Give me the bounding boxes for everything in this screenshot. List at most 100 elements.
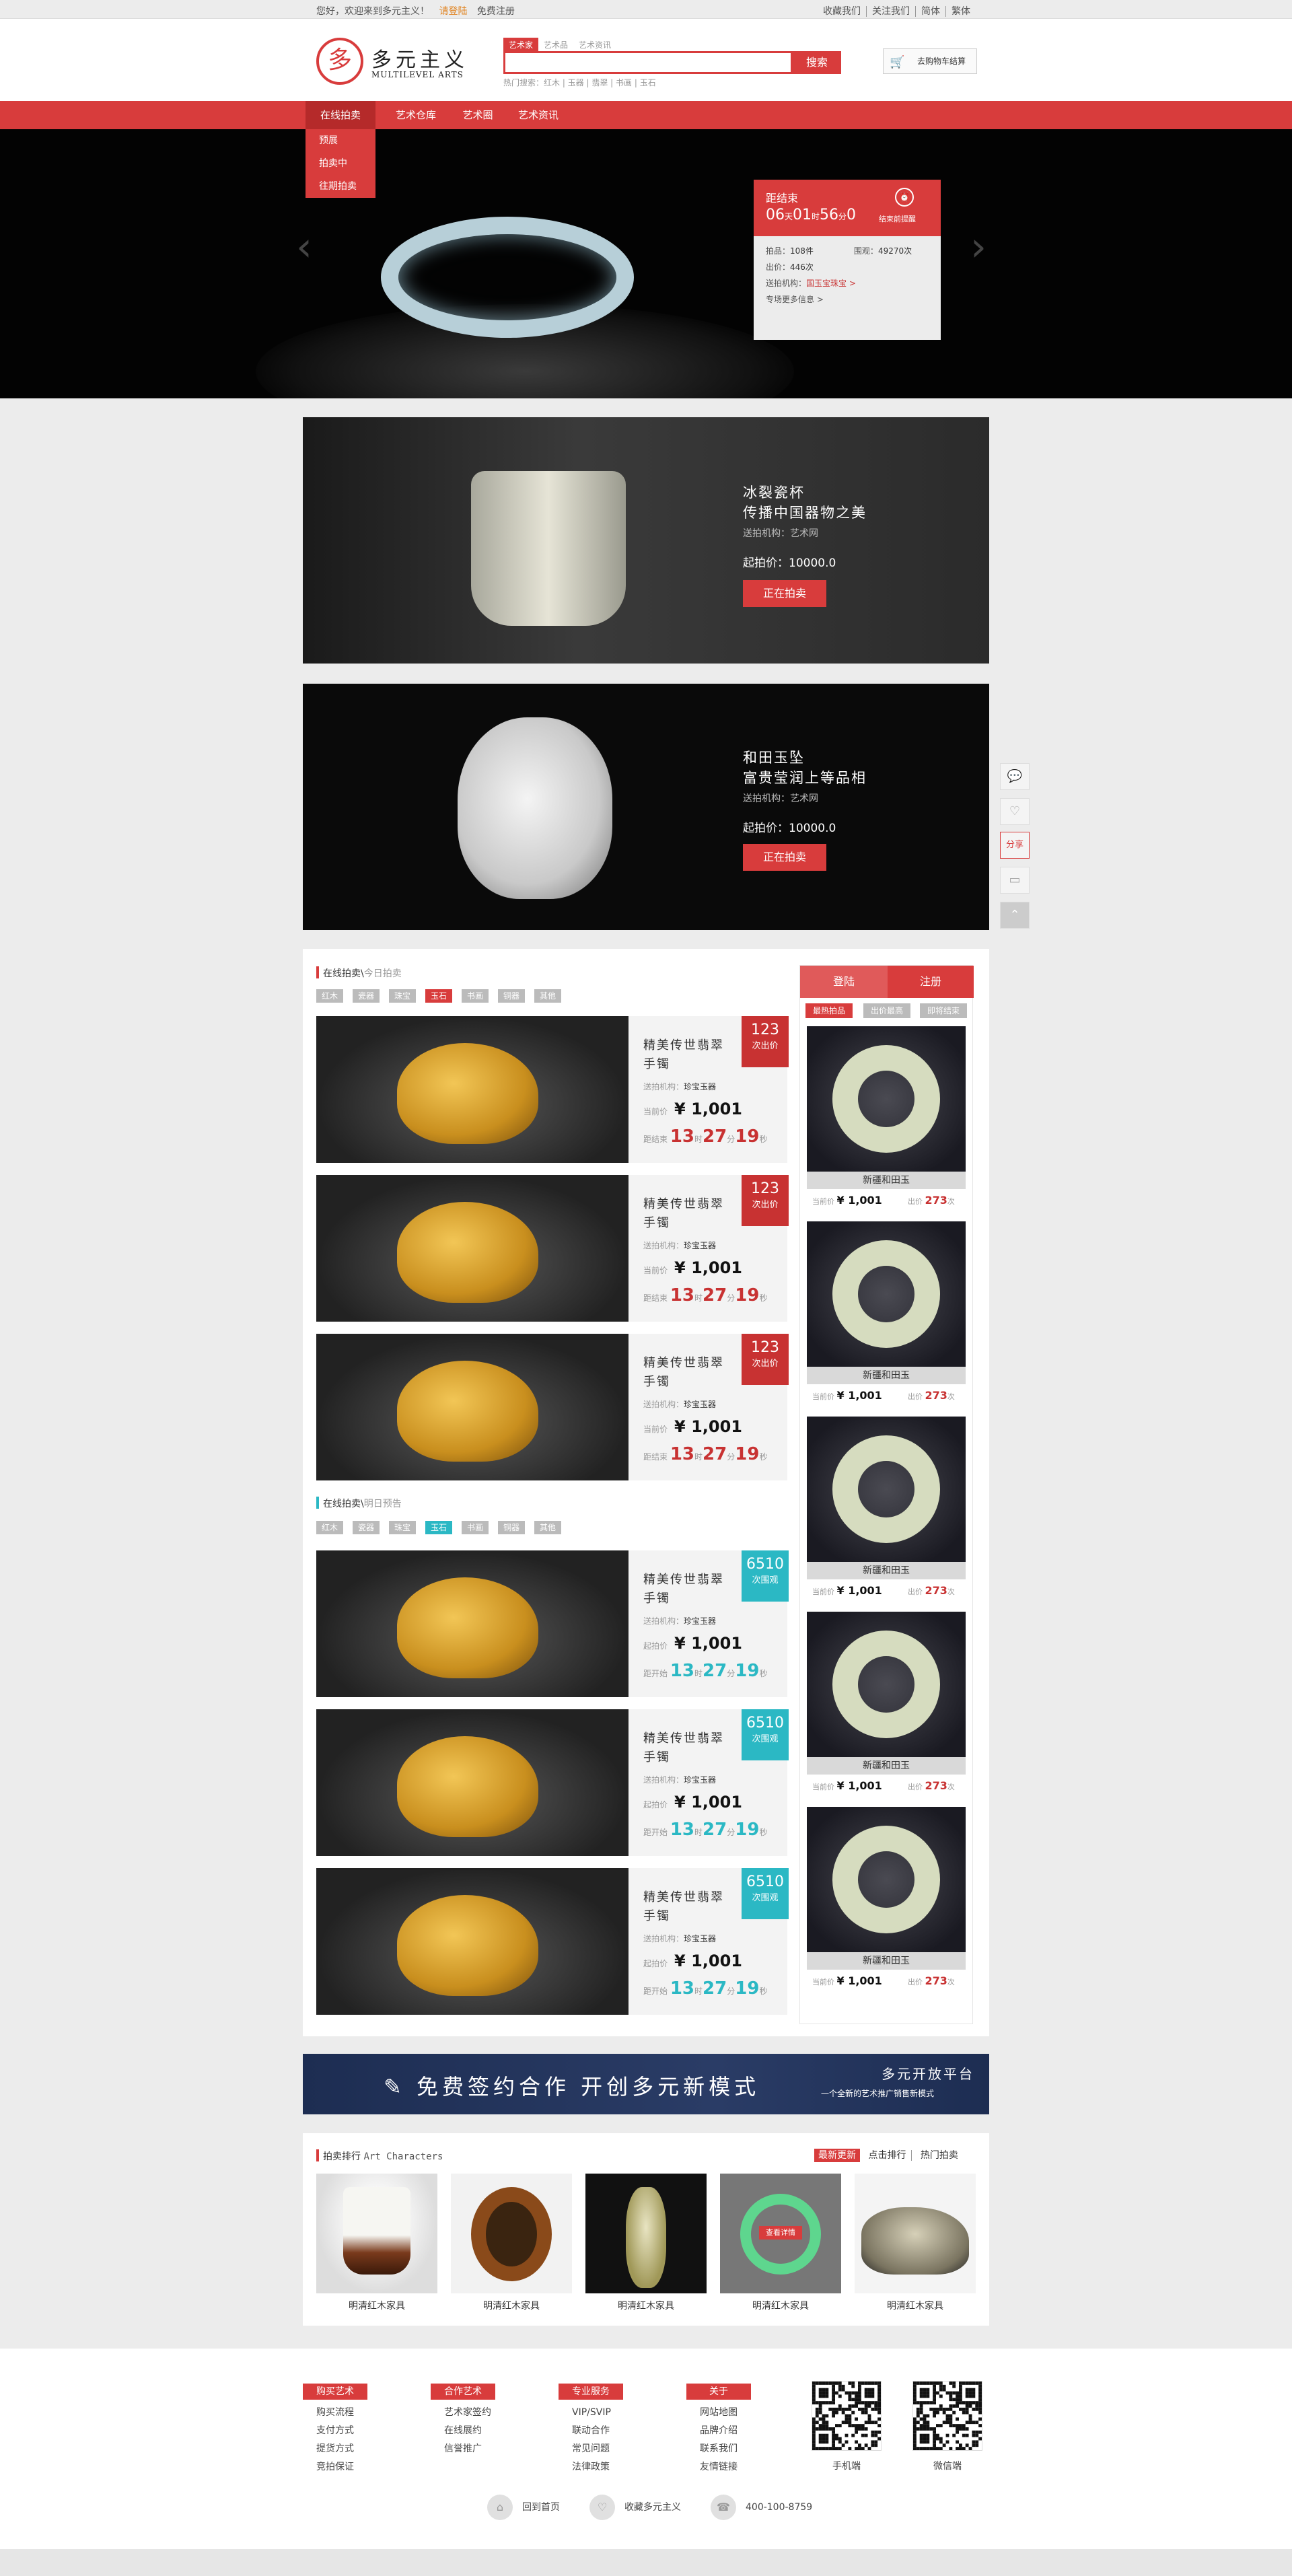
dropdown-past[interactable]: 往期拍卖	[306, 175, 375, 198]
footer-link[interactable]: 购买流程	[303, 2404, 367, 2422]
login-link[interactable]: 请登陆	[439, 6, 467, 17]
more-info-link[interactable]: 专场更多信息 >	[766, 291, 929, 308]
footer-link[interactable]: 支付方式	[303, 2422, 367, 2440]
footer-link[interactable]: 提货方式	[303, 2440, 367, 2458]
hot-lot-item[interactable]: 新疆和田玉 当前价 ¥ 1,001 出价 273次	[807, 1807, 966, 1995]
ranking-item[interactable]: 明清红木家具	[451, 2174, 572, 2312]
footer-link[interactable]: 网站地图	[686, 2404, 751, 2422]
footer-link[interactable]: 常见问题	[559, 2440, 623, 2458]
follow-link[interactable]: 关注我们	[866, 6, 915, 17]
nav-art-circle[interactable]: 艺术圈	[454, 101, 502, 129]
alarm-clock-icon[interactable]: ⏰	[895, 188, 914, 207]
hot-lot-name[interactable]: 新疆和田玉	[807, 1172, 966, 1189]
ranking-item[interactable]: 查看详情 明清红木家具	[720, 2174, 841, 2312]
footer-link[interactable]: 信誉推广	[431, 2440, 495, 2458]
share-button[interactable]: 分享	[1000, 832, 1030, 859]
footer-link[interactable]: 联系我们	[686, 2440, 751, 2458]
promo-banner-cup[interactable]: 冰裂瓷杯 传播中国器物之美 送拍机构：艺术网 起拍价：10000.0 正在拍卖	[303, 417, 989, 664]
back-home-link[interactable]: ⌂ 回到首页	[487, 2494, 560, 2521]
footer-link[interactable]: VIP/SVIP	[559, 2404, 623, 2422]
hot-lot-item[interactable]: 新疆和田玉 当前价 ¥ 1,001 出价 273次	[807, 1417, 966, 1605]
ranking-item[interactable]: 明清红木家具	[316, 2174, 437, 2312]
ranking-item[interactable]: 明清红木家具	[855, 2174, 976, 2312]
sidebar-login-button[interactable]: 登陆	[800, 966, 888, 998]
filter-painting[interactable]: 书画	[462, 989, 489, 1003]
nav-online-auction[interactable]: 在线拍卖	[306, 101, 375, 129]
simplified-link[interactable]: 简体	[915, 6, 945, 17]
hot-search-words[interactable]: 热门搜索：红木 | 玉器 | 翡翠 | 书画 | 玉石	[503, 77, 656, 88]
phone-link[interactable]: ☎ 400-100-8759	[711, 2494, 812, 2521]
promo-ad-banner[interactable]: ✎ 免费签约合作 开创多元新模式 多元开放平台 一个全新的艺术推广销售新模式	[303, 2054, 989, 2114]
tab-click-rank[interactable]: 点击排行	[863, 2150, 912, 2161]
dropdown-live[interactable]: 拍卖中	[306, 152, 375, 175]
hot-lot-name[interactable]: 新疆和田玉	[807, 1757, 966, 1775]
filter-bronze[interactable]: 铜器	[498, 989, 525, 1003]
back-to-top-icon[interactable]: ⌃	[1000, 902, 1030, 929]
search-tab-artwork[interactable]: 艺术品	[538, 38, 573, 52]
filter-jade-active[interactable]: 玉石	[425, 989, 452, 1003]
auction-org-link[interactable]: 国玉宝珠宝 >	[806, 279, 856, 288]
filter-painting[interactable]: 书画	[462, 1521, 489, 1534]
lot-name[interactable]: 精美传世翡翠手镯	[643, 1571, 731, 1608]
logo-seal[interactable]: 多	[316, 38, 363, 85]
sort-highest-bid[interactable]: 出价最高	[863, 1003, 910, 1018]
nav-art-warehouse[interactable]: 艺术仓库	[386, 101, 445, 129]
remind-button[interactable]: 结束前提醒	[879, 213, 916, 224]
tab-latest[interactable]: 最新更新	[814, 2149, 860, 2162]
promo-banner-jade[interactable]: 和田玉坠 富贵莹润上等品相 送拍机构：艺术网 起拍价：10000.0 正在拍卖	[303, 684, 989, 930]
hot-lot-name[interactable]: 新疆和田玉	[807, 1952, 966, 1970]
prev-arrow-icon[interactable]: ‹	[296, 223, 312, 271]
comment-icon[interactable]: ▭	[1000, 867, 1030, 894]
hot-lot-item[interactable]: 新疆和田玉 当前价 ¥ 1,001 出价 273次	[807, 1612, 966, 1800]
nav-art-news[interactable]: 艺术资讯	[510, 101, 567, 129]
filter-jewelry[interactable]: 珠宝	[389, 1521, 416, 1534]
logo-title[interactable]: 多元主义	[371, 43, 468, 73]
ranking-item[interactable]: 明清红木家具	[585, 2174, 707, 2312]
footer-link[interactable]: 友情链接	[686, 2458, 751, 2476]
hot-lot-item[interactable]: 新疆和田玉 当前价 ¥ 1,001 出价 273次	[807, 1026, 966, 1215]
footer-link[interactable]: 品牌介绍	[686, 2422, 751, 2440]
filter-other[interactable]: 其他	[534, 989, 561, 1003]
footer-link[interactable]: 在线展约	[431, 2422, 495, 2440]
filter-porcelain[interactable]: 瓷器	[353, 1521, 380, 1534]
lot-name[interactable]: 精美传世翡翠手镯	[643, 1354, 731, 1392]
wechat-icon[interactable]: 💬	[1000, 763, 1030, 790]
search-button[interactable]: 搜索	[793, 51, 841, 74]
hot-lot-name[interactable]: 新疆和田玉	[807, 1367, 966, 1384]
dropdown-preview[interactable]: 预展	[306, 129, 375, 152]
footer-link[interactable]: 联动合作	[559, 2422, 623, 2440]
promo-bid-button[interactable]: 正在拍卖	[743, 844, 826, 871]
lot-name[interactable]: 精美传世翡翠手镯	[643, 1036, 731, 1074]
filter-jewelry[interactable]: 珠宝	[389, 989, 416, 1003]
lot-name[interactable]: 精美传世翡翠手镯	[643, 1888, 731, 1926]
heart-icon[interactable]: ♡	[1000, 798, 1030, 825]
view-detail-button[interactable]: 查看详情	[759, 2226, 802, 2240]
search-input[interactable]	[503, 51, 793, 74]
sort-ending-soon[interactable]: 即将结束	[920, 1003, 967, 1018]
auction-card[interactable]: 精美传世翡翠手镯 123 次出价 送拍机构：珍宝玉器 当前价 ¥ 1,001 距结束 13时…	[316, 1175, 789, 1322]
footer-link[interactable]: 竞拍保证	[303, 2458, 367, 2476]
hot-lot-name[interactable]: 新疆和田玉	[807, 1562, 966, 1579]
tab-hot[interactable]: 热门拍卖	[915, 2150, 964, 2161]
hot-lot-item[interactable]: 新疆和田玉 当前价 ¥ 1,001 出价 273次	[807, 1221, 966, 1410]
bookmark-link[interactable]: 收藏我们	[818, 6, 866, 17]
search-tab-artist[interactable]: 艺术家	[503, 38, 539, 52]
auction-card[interactable]: 精美传世翡翠手镯 123 次出价 送拍机构：珍宝玉器 当前价 ¥ 1,001 距结束 13时…	[316, 1334, 789, 1480]
lot-name[interactable]: 精美传世翡翠手镯	[643, 1195, 731, 1233]
filter-other[interactable]: 其他	[534, 1521, 561, 1534]
traditional-link[interactable]: 繁体	[945, 6, 976, 17]
footer-link[interactable]: 法律政策	[559, 2458, 623, 2476]
filter-hongmu[interactable]: 红木	[316, 989, 343, 1003]
footer-link[interactable]: 艺术家签约	[431, 2404, 495, 2422]
favorite-link[interactable]: ♡ 收藏多元主义	[589, 2494, 681, 2521]
sort-hottest[interactable]: 最热拍品	[805, 1003, 853, 1018]
auction-card[interactable]: 精美传世翡翠手镯 6510 次围观 送拍机构：珍宝玉器 起拍价 ¥ 1,001 距开始 13…	[316, 1868, 789, 2015]
filter-bronze[interactable]: 铜器	[498, 1521, 525, 1534]
lot-name[interactable]: 精美传世翡翠手镯	[643, 1729, 731, 1767]
next-arrow-icon[interactable]: ›	[970, 223, 986, 271]
auction-card[interactable]: 精美传世翡翠手镯 123 次出价 送拍机构：珍宝玉器 当前价 ¥ 1,001 距结束 13时…	[316, 1016, 789, 1163]
search-tab-news[interactable]: 艺术资讯	[573, 38, 616, 52]
filter-jade-active[interactable]: 玉石	[425, 1521, 452, 1534]
auction-card[interactable]: 精美传世翡翠手镯 6510 次围观 送拍机构：珍宝玉器 起拍价 ¥ 1,001 距开始 13…	[316, 1550, 789, 1697]
sidebar-register-button[interactable]: 注册	[888, 966, 974, 998]
